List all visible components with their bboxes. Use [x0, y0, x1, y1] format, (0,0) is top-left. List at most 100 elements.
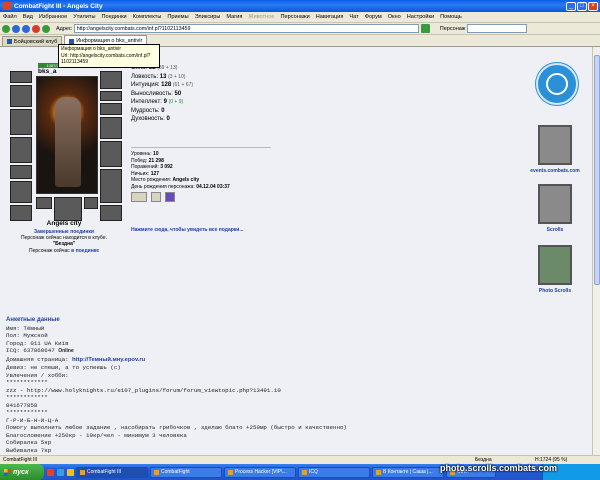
quicklaunch-icon[interactable]: [57, 468, 64, 476]
scrolls-link[interactable]: Scrolls: [518, 227, 592, 233]
taskbar-task[interactable]: ICQ: [298, 466, 370, 478]
menu-item[interactable]: Персонажи: [277, 14, 312, 20]
profile-line: Девиз: не спеши, а то успеешь (с): [6, 364, 121, 371]
scales-logo-icon[interactable]: [536, 63, 578, 105]
minimize-button[interactable]: _: [566, 1, 576, 11]
info-label: Уровень:: [131, 151, 152, 157]
stat-extra: (3 + 10): [168, 73, 186, 80]
scrolls-banner-icon[interactable]: [538, 184, 572, 224]
person-search-input[interactable]: [467, 24, 528, 33]
quicklaunch-icon[interactable]: [67, 468, 74, 476]
amulet-slot[interactable]: [10, 85, 32, 107]
menu-item[interactable]: Окно: [385, 14, 404, 20]
gifts-link[interactable]: Нажмите сюда, чтобы увидеть все подарки.…: [131, 227, 244, 233]
taskbar-task[interactable]: Process Hacker [VIP\...: [224, 466, 296, 478]
address-label: Адрес: [56, 25, 72, 32]
menu-item[interactable]: Вид: [20, 14, 36, 20]
menu-item[interactable]: Комплекты: [130, 14, 165, 20]
status-link[interactable]: в поединке: [71, 248, 99, 254]
menu-item[interactable]: Навигация: [313, 14, 347, 20]
profile-line: 841677858: [6, 401, 38, 409]
person-label: Персонаж: [439, 25, 466, 32]
start-button[interactable]: пуск: [0, 464, 44, 480]
earrings-slot[interactable]: [100, 71, 122, 89]
item-slot[interactable]: [10, 205, 32, 221]
stat-label: Мудрость:: [131, 107, 160, 114]
badge-icon[interactable]: [165, 192, 175, 202]
close-button[interactable]: ×: [588, 1, 598, 11]
character-figure: [55, 97, 81, 187]
app-icon: [3, 2, 11, 10]
menu-item[interactable]: Эликсиры: [192, 14, 224, 20]
menu-item[interactable]: Помощь: [437, 14, 465, 20]
menu-item[interactable]: Магия: [223, 14, 245, 20]
vertical-scrollbar[interactable]: [592, 47, 600, 464]
bracer-slot[interactable]: [100, 117, 122, 139]
gloves-slot[interactable]: [10, 181, 32, 203]
menu-item[interactable]: Избранное: [36, 14, 70, 20]
address-input[interactable]: http://angelscity.combats.com/inf.pl?110…: [73, 24, 419, 33]
item-slot[interactable]: [36, 197, 52, 209]
info-value: 3 092: [160, 164, 173, 170]
home-icon[interactable]: [2, 24, 10, 33]
taskbar-task[interactable]: В Контакте | Саша |...: [372, 466, 444, 478]
info-value: Angels city: [172, 177, 200, 183]
badge-icon[interactable]: [131, 192, 147, 202]
photo-scrolls-banner-icon[interactable]: [538, 245, 572, 285]
badge-icon[interactable]: [151, 192, 161, 202]
item-slot[interactable]: [84, 197, 98, 209]
boots-slot[interactable]: [100, 169, 122, 203]
menu-item[interactable]: Поединки: [98, 14, 129, 20]
scrollbar-thumb[interactable]: [594, 55, 600, 285]
item-slot[interactable]: [100, 205, 122, 221]
menu-item[interactable]: Форум: [362, 14, 385, 20]
icq-number: ICQ: 637860647: [6, 347, 55, 354]
forward-icon[interactable]: [22, 24, 30, 33]
toolbar: Адрес http://angelscity.combats.com/inf.…: [0, 23, 600, 35]
homepage-link[interactable]: http://Темный.мну.epov.ru: [72, 357, 145, 363]
events-link[interactable]: events.combats.com: [518, 168, 592, 174]
stats-block: Сила: 52 (39 + 13) Ловкость: 13 (3 + 10) И…: [131, 64, 301, 124]
ring-slot[interactable]: [100, 91, 122, 101]
helmet-slot[interactable]: [10, 71, 32, 83]
profile-section: Анкетные данные Имя: Тёмный Пол: Мужской Г…: [6, 317, 586, 454]
item-slot[interactable]: [54, 197, 82, 221]
go-button[interactable]: [420, 24, 430, 33]
menu-item[interactable]: Настройки: [404, 14, 437, 20]
icq-status: Online: [58, 348, 74, 354]
quicklaunch-icon[interactable]: [47, 468, 54, 476]
belt-slot[interactable]: [10, 165, 32, 179]
stop-icon[interactable]: [32, 24, 40, 33]
back-icon[interactable]: [12, 24, 20, 33]
stat-row: Мудрость: 0: [131, 107, 301, 116]
taskbar-task[interactable]: CombatFight III: [76, 466, 148, 478]
info-label: Ничьих:: [131, 170, 150, 177]
weapon-slot[interactable]: [10, 109, 32, 135]
menu-item[interactable]: Чат: [346, 14, 361, 20]
menu-item[interactable]: Утилиты: [70, 14, 98, 20]
profile-line: Выбивалка 7кр: [6, 446, 52, 454]
events-banner-icon[interactable]: [538, 125, 572, 165]
armor-slot[interactable]: [10, 137, 32, 163]
badges: [131, 192, 175, 202]
stat-extra: (61 + 67): [172, 82, 194, 88]
stat-label: Интуиция:: [131, 82, 160, 88]
tab-club[interactable]: Бойцовский клуб: [2, 36, 63, 46]
ring-slot[interactable]: [100, 103, 122, 115]
watermark: photo.scrolls.combats.com: [440, 463, 558, 473]
task-icon: [302, 469, 307, 475]
shield-slot[interactable]: [100, 141, 122, 167]
info-value: 127: [150, 170, 160, 177]
stat-row: Духовность: 0: [131, 115, 301, 124]
window-titlebar[interactable]: CombatFight III - Angels City _ □ ×: [0, 0, 600, 12]
task-icon: [228, 469, 233, 475]
stat-extra: (0 + 9): [168, 99, 184, 105]
menu-item[interactable]: Приемы: [164, 14, 191, 20]
profile-line: Увлечения / хобби:: [6, 371, 69, 379]
menu-item[interactable]: Файл: [0, 14, 20, 20]
taskbar-task[interactable]: CombatFight: [150, 466, 222, 478]
menu-item[interactable]: Животное: [245, 14, 277, 20]
maximize-button[interactable]: □: [577, 1, 587, 11]
photo-scrolls-link[interactable]: Photo Scrolls: [518, 288, 592, 294]
refresh-icon[interactable]: [42, 24, 50, 33]
